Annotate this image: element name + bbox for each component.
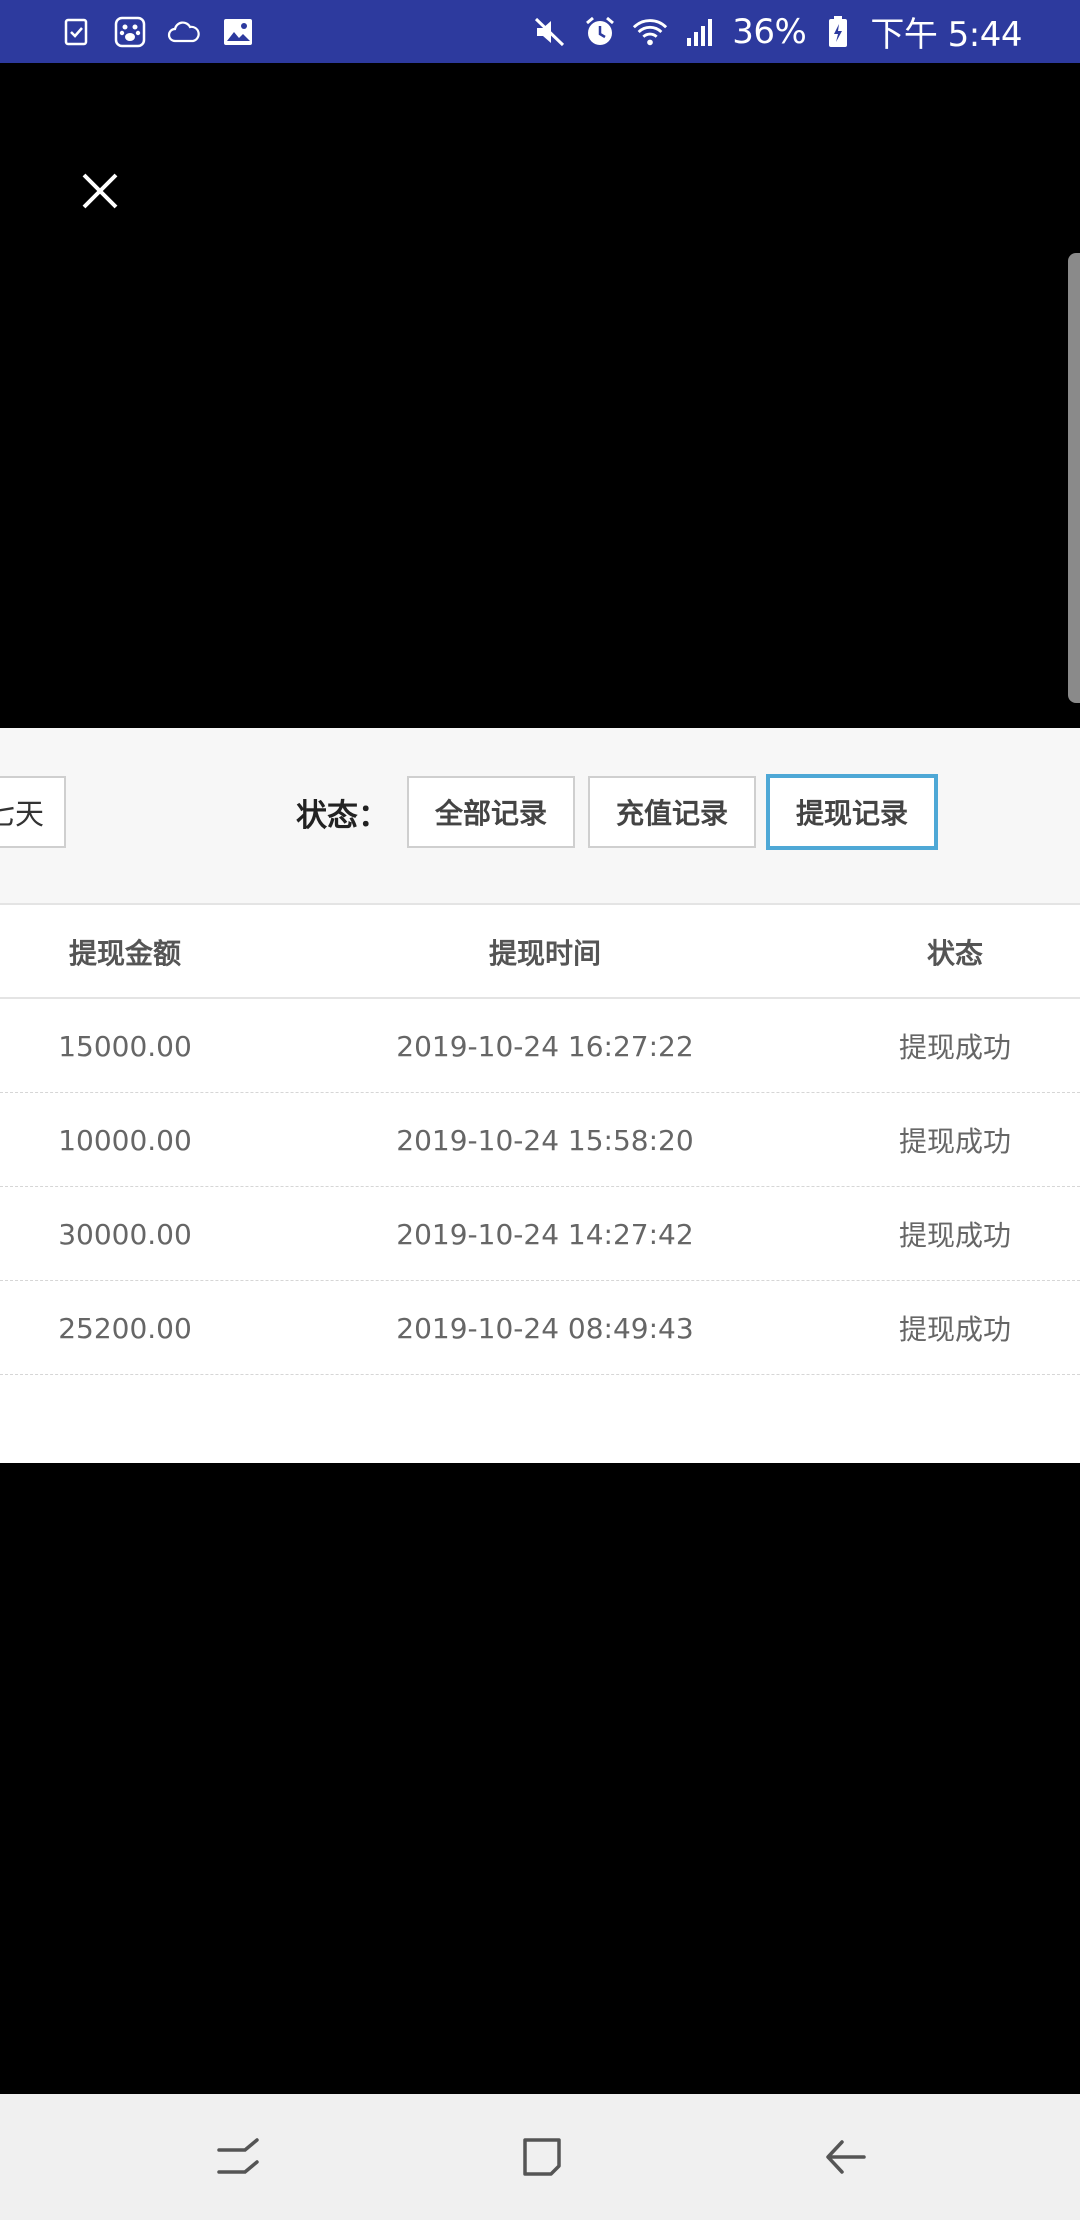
battery-icon — [820, 14, 856, 50]
image-content: 七天 状态： 全部记录 充值记录 提现记录 提现金额 提现时间 状态 15000… — [0, 728, 1080, 1463]
back-icon — [820, 2132, 870, 2186]
close-button[interactable] — [70, 163, 130, 223]
header-amount: 提现金额 — [68, 937, 181, 970]
home-icon — [517, 2132, 567, 2186]
table-row: 30000.00 2019-10-24 14:27:42 提现成功 — [0, 1187, 1080, 1281]
row-amount: 15000.00 — [58, 1029, 192, 1063]
date-range-label: 七天 — [0, 797, 44, 831]
home-button[interactable] — [507, 2124, 577, 2194]
table-header: 提现金额 提现时间 状态 — [0, 905, 1080, 999]
row-amount: 30000.00 — [58, 1217, 192, 1251]
row-time: 2019-10-24 15:58:20 — [396, 1123, 694, 1157]
back-button[interactable] — [810, 2124, 880, 2194]
recents-icon — [215, 2132, 265, 2186]
row-status: 提现成功 — [898, 1031, 1011, 1064]
image-icon — [220, 14, 256, 50]
paw-icon — [112, 14, 148, 50]
table-row: 10000.00 2019-10-24 15:58:20 提现成功 — [0, 1093, 1080, 1187]
header-time: 提现时间 — [488, 937, 601, 970]
navigation-bar — [0, 2094, 1080, 2220]
withdraw-records-button[interactable]: 提现记录 — [766, 774, 938, 850]
notification-icons — [58, 14, 274, 50]
signal-icon — [682, 14, 718, 50]
filter-bar: 七天 状态： 全部记录 充值记录 提现记录 — [0, 728, 1080, 905]
recharge-records-button[interactable]: 充值记录 — [588, 776, 756, 848]
wifi-icon — [632, 14, 668, 50]
table-row: 25200.00 2019-10-24 08:49:43 提现成功 — [0, 1281, 1080, 1375]
status-bar: 36% 下午 5:44 — [0, 0, 1080, 63]
checklist-icon — [58, 14, 94, 50]
withdraw-records-label: 提现记录 — [795, 797, 908, 830]
close-icon — [80, 171, 120, 215]
all-records-button[interactable]: 全部记录 — [407, 776, 575, 848]
edge-panel-handle[interactable] — [1068, 253, 1080, 703]
recharge-records-label: 充值记录 — [615, 797, 728, 830]
status-filter-label: 状态： — [296, 797, 389, 834]
alarm-icon — [582, 14, 618, 50]
battery-percent: 36% — [732, 11, 807, 52]
row-time: 2019-10-24 08:49:43 — [396, 1311, 694, 1345]
row-status: 提现成功 — [898, 1313, 1011, 1346]
row-amount: 25200.00 — [58, 1311, 192, 1345]
table-row: 15000.00 2019-10-24 16:27:22 提现成功 — [0, 999, 1080, 1093]
clock: 下午 5:44 — [870, 15, 1022, 55]
date-range-button[interactable]: 七天 — [0, 776, 66, 848]
header-status: 状态 — [926, 937, 983, 970]
row-time: 2019-10-24 14:27:42 — [396, 1217, 694, 1251]
all-records-label: 全部记录 — [434, 797, 547, 830]
system-icons: 36% 下午 5:44 — [518, 7, 1022, 56]
row-time: 2019-10-24 16:27:22 — [396, 1029, 694, 1063]
row-status: 提现成功 — [898, 1125, 1011, 1158]
recents-button[interactable] — [205, 2124, 275, 2194]
row-status: 提现成功 — [898, 1219, 1011, 1252]
mute-icon — [532, 14, 568, 50]
cloud-icon — [166, 14, 202, 50]
row-amount: 10000.00 — [58, 1123, 192, 1157]
